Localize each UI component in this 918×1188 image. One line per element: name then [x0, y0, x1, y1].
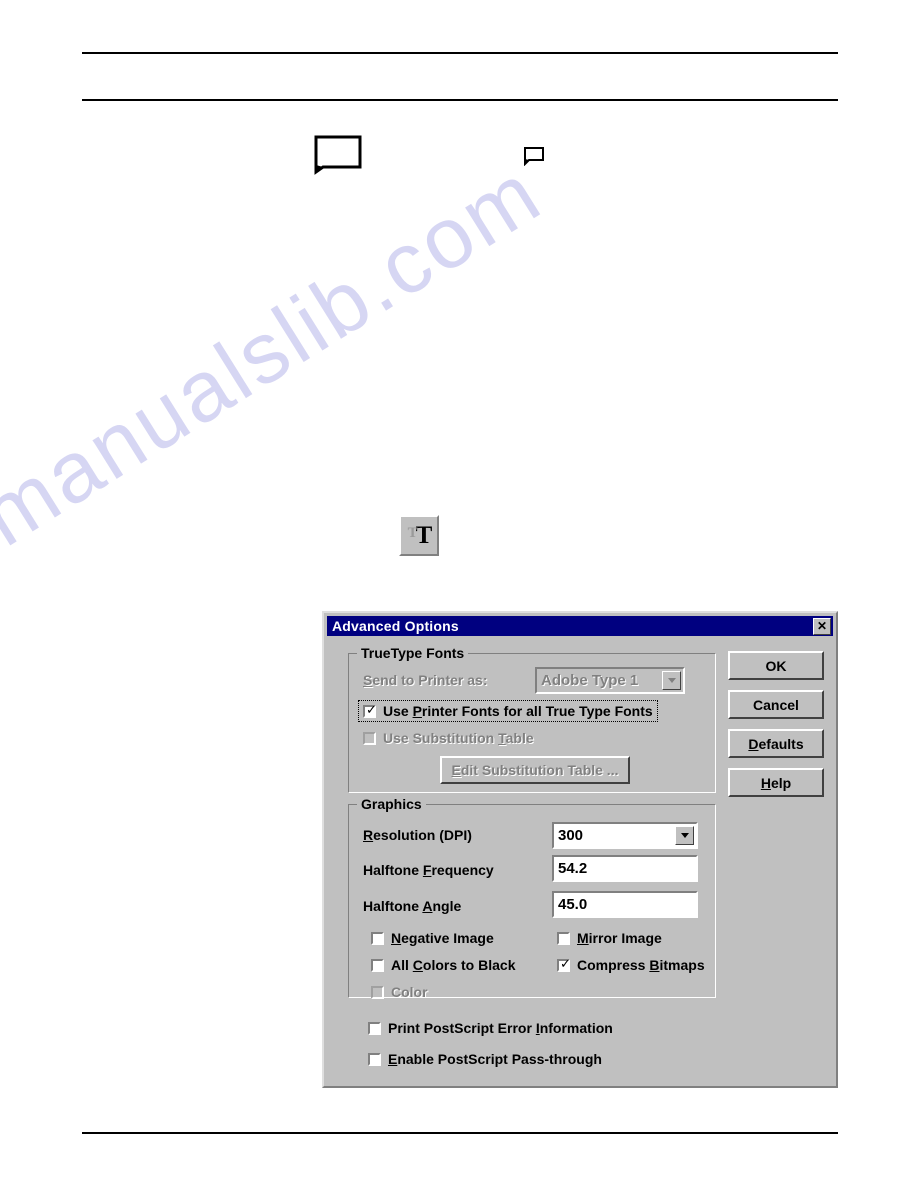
truetype-tt-glyph: TT	[407, 522, 433, 549]
help-button-label: Help	[760, 774, 792, 791]
edit-substitution-table-button: Edit Substitution Table ...	[440, 756, 630, 784]
document-page: manualslib.com TT Advanced Options ✕ Tru…	[0, 0, 918, 1188]
send-to-printer-label: Send to Printer as:	[363, 672, 488, 688]
help-button[interactable]: Help	[728, 768, 824, 797]
compress-bitmaps-checkbox[interactable]: ✓	[557, 958, 571, 972]
footer-rule	[82, 1132, 838, 1134]
negative-image-label: Negative Image	[391, 930, 494, 946]
halftone-frequency-label: Halftone Frequency	[363, 862, 494, 878]
use-substitution-table-checkbox	[363, 731, 376, 745]
mirror-image-checkbox-row[interactable]: Mirror Image	[557, 930, 662, 946]
edit-substitution-table-label: Edit Substitution Table ...	[451, 762, 619, 778]
halftone-angle-label: Halftone Angle	[363, 898, 462, 914]
print-postscript-error-information-checkbox-row[interactable]: Print PostScript Error Information	[368, 1020, 613, 1036]
dialog-title: Advanced Options	[332, 618, 459, 634]
watermark: manualslib.com	[0, 144, 558, 565]
defaults-button[interactable]: Defaults	[728, 729, 824, 758]
halftone-angle-input[interactable]: 45.0	[552, 891, 698, 918]
print-postscript-error-information-label: Print PostScript Error Information	[388, 1020, 613, 1036]
use-printer-fonts-label: Use Printer Fonts for all True Type Font…	[383, 703, 653, 719]
truetype-font-icon-button: TT	[399, 515, 439, 556]
resolution-value: 300	[558, 827, 584, 844]
all-colors-to-black-checkbox[interactable]	[371, 958, 384, 972]
color-checkbox-row: Color	[371, 984, 428, 1000]
header-rule-bottom	[82, 99, 838, 101]
print-postscript-error-information-checkbox[interactable]	[368, 1021, 381, 1035]
graphics-group: Graphics Resolution (DPI) 300 Halftone F…	[348, 796, 716, 1000]
dialog-titlebar[interactable]: Advanced Options ✕	[327, 616, 833, 636]
mirror-image-label: Mirror Image	[577, 930, 662, 946]
truetype-fonts-legend: TrueType Fonts	[357, 645, 469, 661]
use-printer-fonts-checkbox[interactable]: ✓	[363, 704, 377, 718]
header-rule-top	[82, 52, 838, 54]
enable-postscript-pass-through-checkbox[interactable]	[368, 1052, 381, 1066]
compress-bitmaps-label: Compress Bitmaps	[577, 957, 705, 973]
mirror-image-checkbox[interactable]	[557, 931, 570, 945]
ok-button[interactable]: OK	[728, 651, 824, 680]
negative-image-checkbox[interactable]	[371, 931, 384, 945]
cancel-button-label: Cancel	[753, 696, 799, 713]
color-label: Color	[391, 984, 428, 1000]
use-substitution-table-label: Use Substitution Table	[383, 730, 534, 746]
halftone-frequency-input[interactable]: 54.2	[552, 855, 698, 882]
send-to-printer-combo[interactable]: Adobe Type 1	[535, 667, 685, 694]
compress-bitmaps-checkbox-row[interactable]: ✓ Compress Bitmaps	[557, 957, 705, 973]
truetype-fonts-group: TrueType Fonts Send to Printer as: Adobe…	[348, 645, 716, 793]
use-printer-fonts-checkbox-row[interactable]: ✓ Use Printer Fonts for all True Type Fo…	[358, 700, 658, 722]
all-colors-to-black-label: All Colors to Black	[391, 957, 516, 973]
graphics-legend: Graphics	[357, 796, 426, 812]
close-icon[interactable]: ✕	[813, 617, 831, 635]
negative-image-checkbox-row[interactable]: Negative Image	[371, 930, 494, 946]
enable-postscript-pass-through-checkbox-row[interactable]: Enable PostScript Pass-through	[368, 1051, 602, 1067]
chevron-down-icon[interactable]	[675, 826, 694, 845]
resolution-combo[interactable]: 300	[552, 822, 698, 849]
document-page-icon	[305, 135, 363, 180]
cancel-button[interactable]: Cancel	[728, 690, 824, 719]
defaults-button-label: Defaults	[748, 735, 804, 752]
all-colors-to-black-checkbox-row[interactable]: All Colors to Black	[371, 957, 516, 973]
chevron-down-icon[interactable]	[662, 671, 681, 690]
advanced-options-dialog: Advanced Options ✕ TrueType Fonts Send t…	[322, 611, 838, 1088]
resolution-label: Resolution (DPI)	[363, 827, 472, 843]
enable-postscript-pass-through-label: Enable PostScript Pass-through	[388, 1051, 602, 1067]
use-substitution-table-checkbox-row: Use Substitution Table	[363, 730, 534, 746]
send-to-printer-value: Adobe Type 1	[541, 672, 639, 689]
document-page-icon-small	[520, 146, 546, 171]
ok-button-label: OK	[765, 657, 787, 674]
color-checkbox	[371, 985, 384, 999]
